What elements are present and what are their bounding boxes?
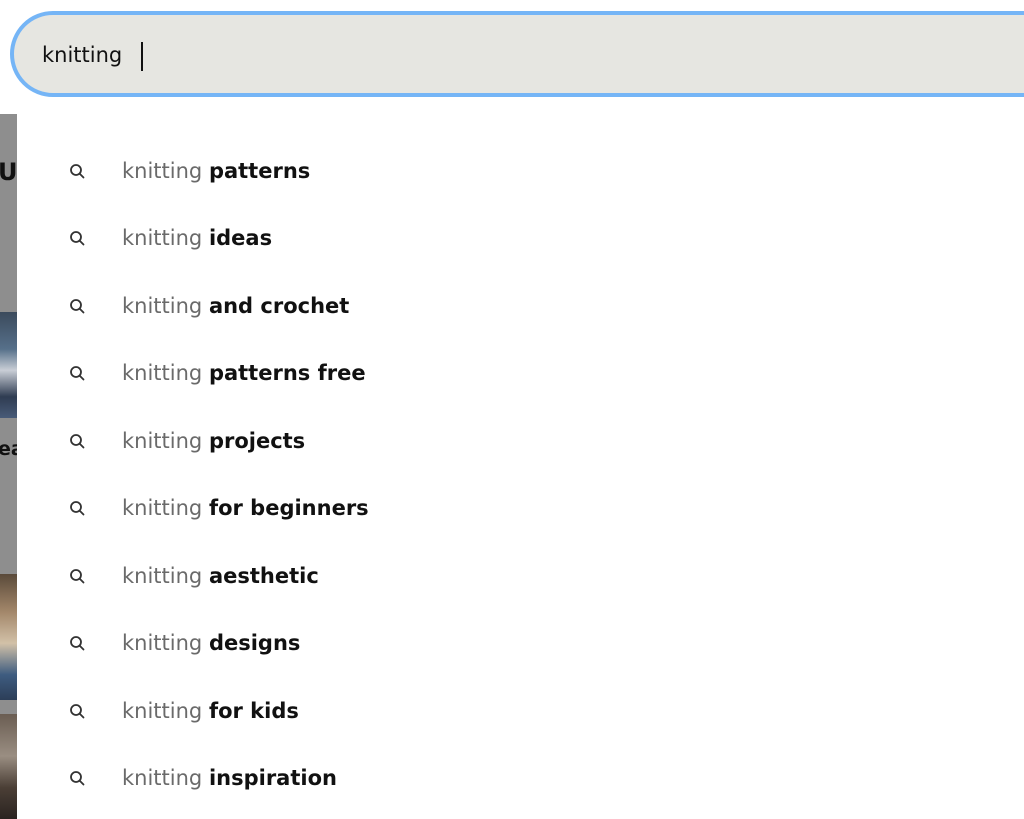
- suggestion-label: knitting designs: [122, 629, 300, 657]
- suggestion-label: knitting inspiration: [122, 764, 337, 792]
- suggestion-prefix: knitting: [122, 293, 203, 318]
- suggestion-prefix: knitting: [122, 225, 203, 250]
- suggestion-prefix: knitting: [122, 630, 203, 655]
- suggestion-suffix: for kids: [208, 698, 299, 723]
- search-icon: [70, 635, 85, 650]
- search-icon: [70, 230, 85, 245]
- suggestion-prefix: knitting: [122, 428, 203, 453]
- suggestion-prefix: knitting: [122, 158, 203, 183]
- suggestion-item[interactable]: knitting projects: [17, 407, 1024, 474]
- search-icon: [70, 163, 85, 178]
- suggestion-suffix: designs: [208, 630, 301, 655]
- search-icon: [70, 298, 85, 313]
- background-pin-image: [0, 574, 17, 700]
- suggestion-item[interactable]: knitting for beginners: [17, 474, 1024, 541]
- suggestion-label: knitting for kids: [122, 697, 299, 725]
- suggestion-item[interactable]: knitting patterns free: [17, 339, 1024, 406]
- suggestion-label: knitting and crochet: [122, 292, 349, 320]
- text-caret: [141, 42, 143, 71]
- suggestion-label: knitting aesthetic: [122, 562, 319, 590]
- suggestion-suffix: patterns free: [208, 360, 366, 385]
- background-page-overlay: U ea: [0, 114, 17, 819]
- search-input[interactable]: [42, 37, 942, 73]
- suggestion-prefix: knitting: [122, 563, 203, 588]
- suggestion-label: knitting patterns: [122, 157, 310, 185]
- background-heading-fragment: U: [0, 158, 17, 186]
- suggestion-suffix: for beginners: [208, 495, 369, 520]
- search-icon: [70, 703, 85, 718]
- suggestion-suffix: aesthetic: [208, 563, 319, 588]
- suggestion-item[interactable]: knitting inspiration: [17, 744, 1024, 811]
- search-icon: [70, 568, 85, 583]
- suggestion-suffix: ideas: [208, 225, 273, 250]
- search-icon: [70, 770, 85, 785]
- suggestion-item[interactable]: knitting designs: [17, 609, 1024, 676]
- suggestion-item[interactable]: knitting aesthetic: [17, 542, 1024, 609]
- suggestion-item[interactable]: knitting ideas: [17, 204, 1024, 271]
- background-pin-image: [0, 714, 17, 819]
- suggestion-suffix: projects: [208, 428, 306, 453]
- search-icon: [70, 365, 85, 380]
- background-pin-image: [0, 312, 17, 418]
- suggestion-label: knitting patterns free: [122, 359, 366, 387]
- suggestion-label: knitting projects: [122, 427, 305, 455]
- suggestion-prefix: knitting: [122, 698, 203, 723]
- suggestion-label: knitting for beginners: [122, 494, 369, 522]
- suggestion-prefix: knitting: [122, 360, 203, 385]
- background-text-fragment: ea: [0, 438, 17, 460]
- suggestion-suffix: and crochet: [208, 293, 350, 318]
- suggestion-item[interactable]: knitting for kids: [17, 677, 1024, 744]
- search-bar[interactable]: [10, 11, 1024, 97]
- search-icon: [70, 500, 85, 515]
- suggestion-prefix: knitting: [122, 765, 203, 790]
- suggestion-item[interactable]: knitting patterns: [17, 137, 1024, 204]
- page: U ea knitting patterns knitting ideas kn…: [0, 0, 1024, 819]
- search-suggestions-list: knitting patterns knitting ideas knittin…: [17, 114, 1024, 819]
- suggestion-item[interactable]: knitting and crochet: [17, 272, 1024, 339]
- suggestion-label: knitting ideas: [122, 224, 272, 252]
- suggestion-suffix: patterns: [208, 158, 311, 183]
- suggestion-prefix: knitting: [122, 495, 203, 520]
- suggestion-suffix: inspiration: [208, 765, 337, 790]
- search-icon: [70, 433, 85, 448]
